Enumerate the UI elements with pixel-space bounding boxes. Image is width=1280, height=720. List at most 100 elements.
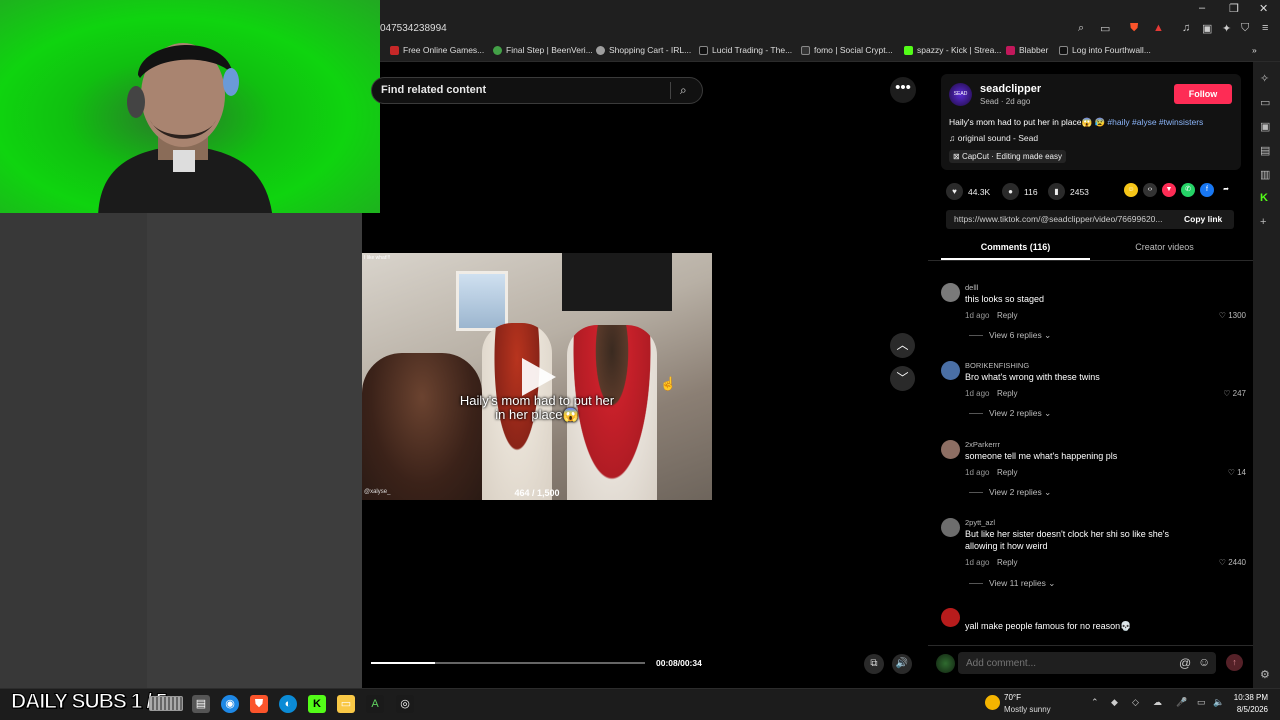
extensions-icon[interactable]: ✦	[1222, 22, 1231, 35]
bookmark-item[interactable]: Shopping Cart - IRL...	[596, 45, 691, 55]
comment-avatar[interactable]	[941, 283, 960, 302]
creator-name[interactable]: seadclipper	[980, 83, 1041, 95]
bookmarks-overflow-icon[interactable]: »	[1252, 45, 1257, 55]
clock-time[interactable]: 10:38 PM	[1224, 693, 1268, 702]
follow-button[interactable]: Follow	[1174, 84, 1232, 104]
facebook-icon[interactable]: f	[1200, 183, 1214, 197]
edge-icon[interactable]: ◐	[279, 695, 297, 713]
emoji-icon[interactable]: ☺	[1198, 655, 1210, 669]
menu-icon[interactable]: ≡	[1262, 22, 1268, 34]
brave-shield-icon[interactable]: ⛊	[1130, 22, 1138, 35]
comment-username[interactable]: delll	[965, 283, 978, 292]
vpn-icon[interactable]: ⛉	[1241, 22, 1249, 35]
repost-icon[interactable]: ☺	[1124, 183, 1138, 197]
tab-comments[interactable]: Comments (116)	[941, 237, 1090, 260]
tray-app-icon[interactable]: ☁	[1153, 697, 1162, 708]
comment-input[interactable]	[958, 652, 1216, 674]
share-link-url[interactable]: https://www.tiktok.com/@seadclipper/vide…	[954, 214, 1176, 224]
tab-creator-videos[interactable]: Creator videos	[1090, 237, 1239, 260]
comment-username[interactable]: BORIKENFISHING	[965, 361, 1029, 370]
minimize-icon[interactable]: –	[1199, 2, 1205, 14]
weather-temperature[interactable]: 70°F	[1004, 693, 1021, 702]
search-icon[interactable]: ⌕	[1078, 22, 1084, 35]
comment-username[interactable]: 2pytt_azl	[965, 518, 995, 527]
wallet-icon[interactable]: ▣	[1260, 120, 1270, 133]
volume-icon[interactable]: 🔊	[892, 654, 912, 674]
close-icon[interactable]: ✕	[1259, 2, 1268, 15]
bookmark-item[interactable]: Free Online Games...	[390, 45, 484, 55]
kick-icon[interactable]: K	[1260, 192, 1268, 204]
bookmark-item[interactable]: Lucid Trading - The...	[699, 45, 792, 55]
speaker-icon[interactable]: 🔈	[1213, 697, 1224, 708]
view-replies-button[interactable]: View 6 replies ⌄	[969, 330, 1051, 341]
comment-stat[interactable]: ● 116	[1002, 183, 1038, 200]
reply-button[interactable]: Reply	[997, 468, 1017, 477]
comment-likes[interactable]: ♡ 1300	[1219, 311, 1246, 320]
comment-avatar[interactable]	[941, 518, 960, 537]
bookmarks-icon[interactable]: ▤	[1260, 144, 1270, 157]
recording-app-icon[interactable]: ◎	[396, 695, 414, 713]
gear-icon[interactable]: ⚙	[1260, 668, 1270, 681]
clock-date[interactable]: 8/5/2026	[1224, 705, 1268, 714]
chevron-up-icon[interactable]: ︿	[890, 333, 915, 358]
address-bar-url[interactable]: 047534238994	[380, 23, 447, 34]
rewards-icon[interactable]: ▲	[1153, 22, 1164, 34]
leo-ai-icon[interactable]: ✧	[1260, 72, 1269, 85]
bookmark-item[interactable]: Final Step | BeenVeri...	[493, 45, 593, 55]
save-stat[interactable]: ▮ 2453	[1048, 183, 1089, 200]
reply-button[interactable]: Reply	[997, 389, 1017, 398]
capcut-anchor[interactable]: ⊠ CapCut · Editing made easy	[949, 150, 1066, 163]
brave-icon[interactable]: ⛊	[250, 695, 268, 713]
network-icon[interactable]: ▭	[1197, 697, 1206, 708]
reply-button[interactable]: Reply	[997, 558, 1017, 567]
bookmark-item[interactable]: Blabber	[1006, 45, 1048, 55]
play-icon[interactable]	[522, 358, 556, 396]
terminal-icon[interactable]: A	[366, 695, 384, 713]
comment-likes[interactable]: ♡ 2440	[1219, 558, 1246, 567]
tray-app-icon[interactable]: ◇	[1132, 697, 1139, 708]
mention-icon[interactable]: @	[1179, 656, 1191, 670]
file-icon[interactable]: ▤	[192, 695, 210, 713]
search-icon[interactable]: ⌕	[680, 83, 687, 98]
comment-avatar[interactable]	[941, 608, 960, 627]
music-icon[interactable]: ♫	[1182, 22, 1190, 34]
music-row[interactable]: ♫ original sound - Sead	[949, 133, 1038, 143]
folder-icon[interactable]: ▭	[337, 695, 355, 713]
reply-button[interactable]: Reply	[997, 311, 1017, 320]
miniplayer-icon[interactable]: ⧉	[864, 654, 884, 674]
weather-description[interactable]: Mostly sunny	[1004, 705, 1051, 714]
share-arrow-icon[interactable]: ➦	[1219, 183, 1233, 197]
view-replies-button[interactable]: View 11 replies ⌄	[969, 578, 1055, 589]
view-replies-button[interactable]: View 2 replies ⌄	[969, 487, 1051, 498]
add-panel-icon[interactable]: +	[1260, 216, 1266, 228]
reader-icon[interactable]: ▭	[1100, 22, 1110, 35]
bookmark-item[interactable]: Log into Fourthwall...	[1059, 45, 1151, 55]
view-replies-button[interactable]: View 2 replies ⌄	[969, 408, 1051, 419]
creator-avatar[interactable]: SEAD	[949, 83, 972, 106]
embed-icon[interactable]: ‹›	[1143, 183, 1157, 197]
comment-likes[interactable]: ♡ 247	[1223, 389, 1246, 398]
mic-icon[interactable]: 🎤	[1176, 697, 1187, 708]
whatsapp-icon[interactable]: ✆	[1181, 183, 1195, 197]
tray-expand-icon[interactable]: ⌃	[1091, 697, 1099, 708]
bookmark-item[interactable]: fomo | Social Crypt...	[801, 45, 893, 55]
copy-link-button[interactable]: Copy link	[1184, 214, 1222, 224]
send-to-friends-icon[interactable]: ▼	[1162, 183, 1176, 197]
comment-likes[interactable]: ♡ 14	[1228, 468, 1246, 477]
hashtags[interactable]: #haily #alyse #twinsisters	[1107, 117, 1203, 127]
maximize-icon[interactable]: ❐	[1229, 2, 1239, 15]
search-input[interactable]: Find related content	[381, 84, 486, 96]
comment-avatar[interactable]	[941, 440, 960, 459]
media-icon[interactable]: ▭	[1260, 96, 1270, 109]
comment-username[interactable]: 2xParkerrr	[965, 440, 1000, 449]
like-stat[interactable]: ♥ 44.3K	[946, 183, 990, 200]
tray-app-icon[interactable]: ◆	[1111, 697, 1118, 708]
wallet-icon[interactable]: ▣	[1202, 22, 1212, 35]
reading-list-icon[interactable]: ▥	[1260, 168, 1270, 181]
kick-app-icon[interactable]: K	[308, 695, 326, 713]
bookmark-item[interactable]: spazzy - Kick | Strea...	[904, 45, 1001, 55]
chevron-down-icon[interactable]: ﹀	[890, 366, 915, 391]
more-options-button[interactable]: •••	[890, 77, 916, 103]
browser-app-icon[interactable]: ◉	[221, 695, 239, 713]
send-button[interactable]: ↑	[1226, 654, 1243, 671]
